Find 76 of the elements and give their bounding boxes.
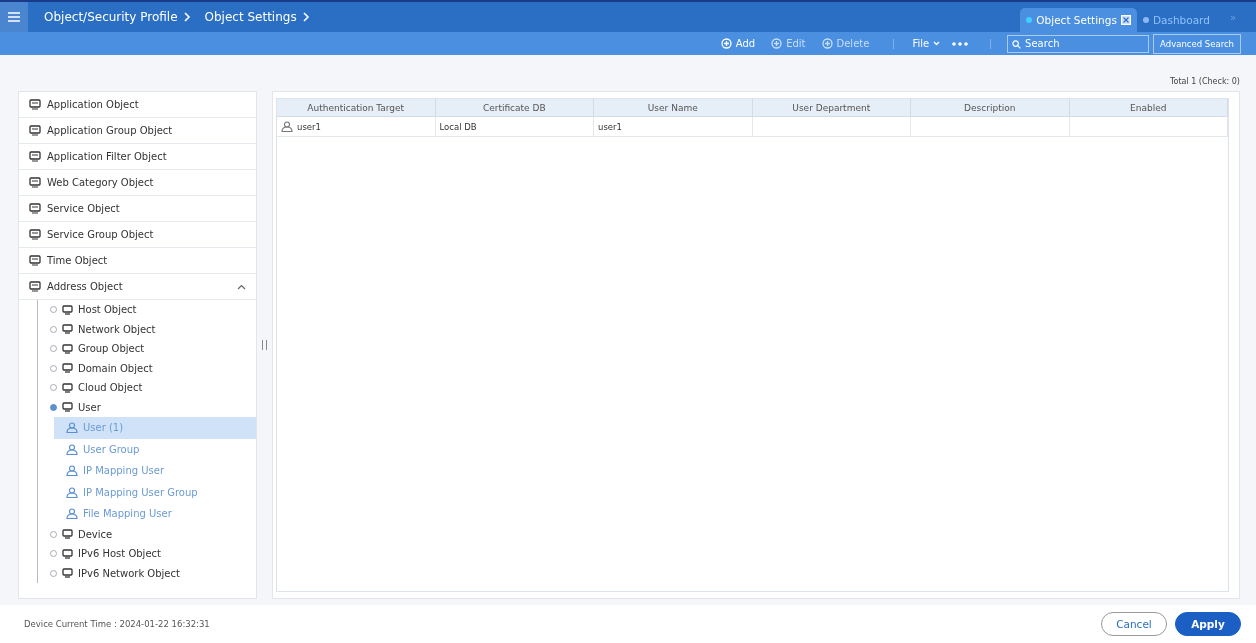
device-time: Device Current Time : 2024-01-22 16:32:31 bbox=[24, 619, 210, 629]
apply-button[interactable]: Apply bbox=[1175, 612, 1241, 636]
column-header[interactable]: User Department bbox=[752, 99, 911, 117]
tree-node-icon bbox=[50, 530, 57, 538]
object-icon bbox=[29, 99, 41, 110]
user-icon bbox=[66, 486, 78, 498]
object-icon bbox=[62, 304, 73, 315]
object-icon bbox=[29, 177, 41, 188]
chevron-down-icon bbox=[933, 41, 941, 46]
cell-text: user1 bbox=[297, 121, 321, 132]
user-icon bbox=[66, 422, 78, 434]
sidebar-item[interactable]: Time Object bbox=[19, 248, 256, 274]
chevron-icon bbox=[302, 12, 310, 22]
search-field[interactable]: Search bbox=[1007, 34, 1150, 53]
more-icon[interactable] bbox=[952, 41, 969, 46]
object-icon bbox=[29, 125, 41, 136]
plus-circle-icon bbox=[821, 38, 833, 49]
tree-item[interactable]: IPv6 Host Object bbox=[34, 544, 256, 564]
column-header[interactable]: Description bbox=[911, 99, 1070, 117]
sidebar-item[interactable]: Application Group Object bbox=[19, 118, 256, 144]
tree-node-icon bbox=[50, 384, 57, 392]
object-icon bbox=[29, 151, 41, 162]
tree-node-icon bbox=[50, 569, 57, 577]
tree-item[interactable]: Host Object bbox=[34, 300, 256, 320]
object-icon bbox=[29, 203, 41, 214]
plus-circle-icon bbox=[771, 38, 783, 49]
sidebar-item[interactable]: Service Object bbox=[19, 196, 256, 222]
object-icon bbox=[29, 229, 41, 240]
column-header[interactable]: Certificate DB bbox=[435, 99, 594, 117]
tree-node-icon bbox=[50, 364, 57, 372]
object-icon bbox=[62, 363, 73, 374]
column-header[interactable]: Enabled bbox=[1069, 99, 1228, 117]
object-icon bbox=[62, 343, 73, 354]
object-icon bbox=[62, 382, 73, 393]
object-icon bbox=[62, 568, 73, 579]
total-count: Total 1 (Check: 0) bbox=[1169, 77, 1240, 86]
breadcrumb-link[interactable]: Object/Security Profile bbox=[44, 10, 178, 24]
user-icon bbox=[66, 508, 78, 520]
cell-text: user1 bbox=[598, 121, 622, 132]
column-header[interactable]: User Name bbox=[594, 99, 753, 117]
tree-node-icon bbox=[50, 345, 57, 353]
close-icon[interactable] bbox=[1120, 15, 1131, 25]
plus-circle-icon bbox=[720, 38, 732, 49]
cell-text: Local DB bbox=[439, 121, 477, 132]
chevron-icon bbox=[183, 12, 191, 22]
tree-node-icon bbox=[50, 550, 57, 558]
search-icon bbox=[1012, 39, 1022, 49]
menu-icon[interactable] bbox=[0, 2, 28, 32]
tree-item[interactable]: IPv6 Network Object bbox=[34, 563, 256, 583]
splitter-handle[interactable] bbox=[262, 340, 267, 350]
caret-icon[interactable] bbox=[237, 283, 246, 290]
tree-item[interactable]: Domain Object bbox=[34, 358, 256, 378]
sidebar-item[interactable]: Web Category Object bbox=[19, 170, 256, 196]
tree-item[interactable]: Device bbox=[34, 524, 256, 544]
sidebar-item[interactable]: Address Object bbox=[19, 274, 256, 300]
user-icon bbox=[66, 465, 78, 477]
object-icon bbox=[29, 281, 41, 292]
user-icon bbox=[66, 443, 78, 455]
tree-item[interactable]: Network Object bbox=[34, 319, 256, 339]
sidebar-item[interactable]: Service Group Object bbox=[19, 222, 256, 248]
column-header[interactable]: Authentication Target bbox=[277, 99, 436, 117]
tree-item[interactable]: Cloud Object bbox=[34, 378, 256, 398]
tree-item[interactable]: User bbox=[34, 397, 256, 417]
tree-node-icon bbox=[50, 325, 57, 333]
object-icon bbox=[62, 548, 73, 559]
cancel-button[interactable]: Cancel bbox=[1101, 612, 1167, 636]
object-icon bbox=[62, 529, 73, 540]
user-icon bbox=[281, 121, 293, 132]
object-icon bbox=[29, 255, 41, 266]
sidebar-item[interactable]: Application Object bbox=[19, 92, 256, 118]
sidebar-item[interactable]: Application Filter Object bbox=[19, 144, 256, 170]
tree-node-icon bbox=[50, 306, 57, 314]
breadcrumb-link[interactable]: Object Settings bbox=[204, 10, 297, 24]
object-icon bbox=[62, 324, 73, 335]
object-icon bbox=[62, 402, 73, 413]
tree-item[interactable]: Group Object bbox=[34, 339, 256, 359]
